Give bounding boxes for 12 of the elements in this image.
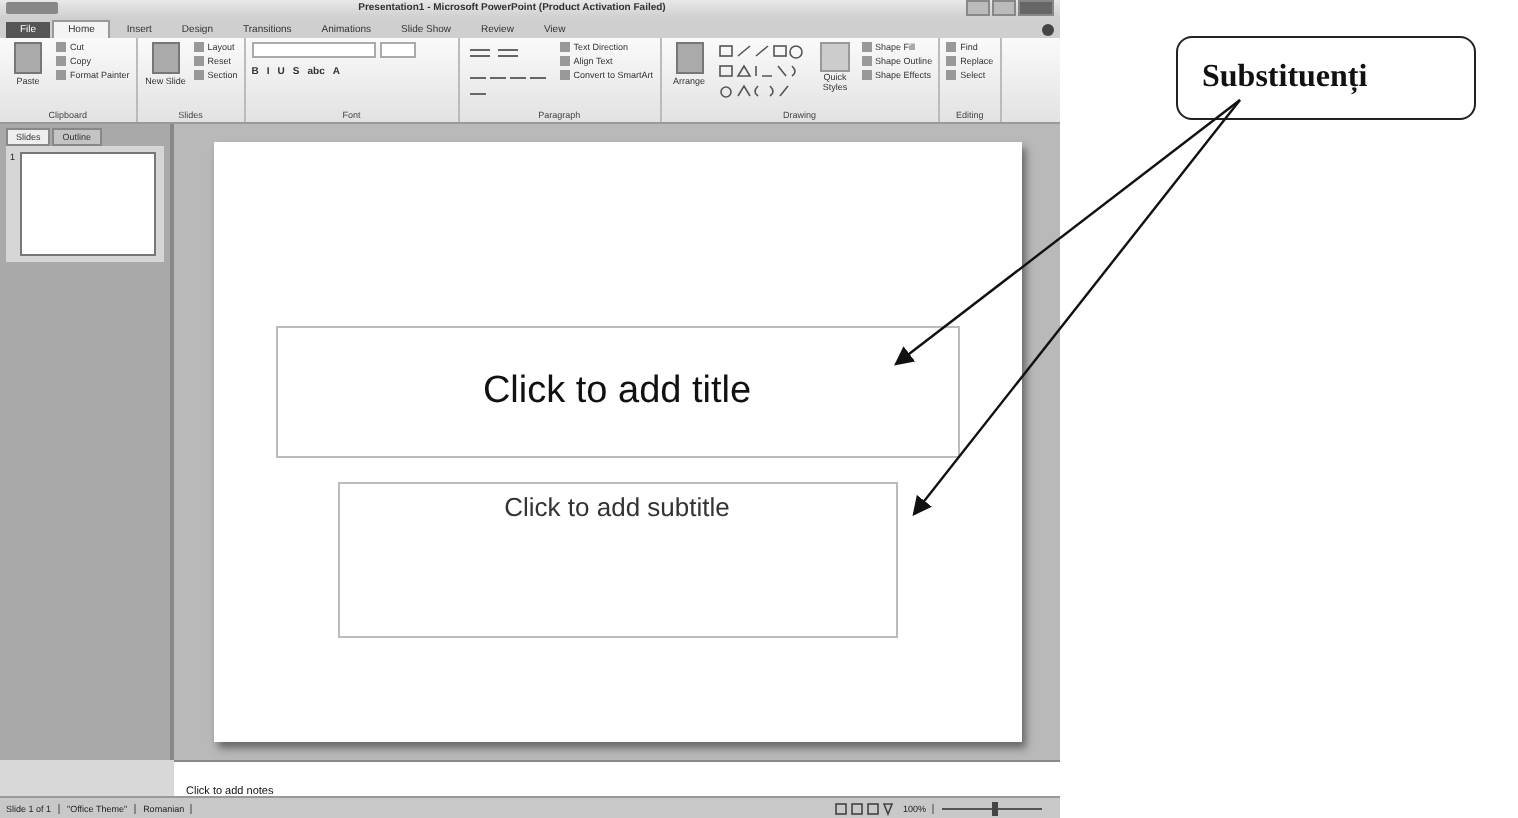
- slide-thumbnail[interactable]: [19, 151, 156, 256]
- title-placeholder[interactable]: Click to add title: [275, 325, 959, 458]
- callout-label: Substituenți: [1176, 36, 1476, 120]
- font-field[interactable]: [251, 41, 376, 58]
- quick-access-icon[interactable]: [6, 2, 58, 15]
- subtitle-placeholder[interactable]: Click to add subtitle: [337, 481, 897, 638]
- view-buttons-icon[interactable]: [834, 801, 895, 816]
- size-field[interactable]: [379, 41, 416, 58]
- maximize-icon[interactable]: [992, 0, 1016, 17]
- minimize-icon[interactable]: [966, 0, 990, 17]
- help-icon[interactable]: [1042, 23, 1054, 36]
- close-icon[interactable]: [1018, 0, 1054, 17]
